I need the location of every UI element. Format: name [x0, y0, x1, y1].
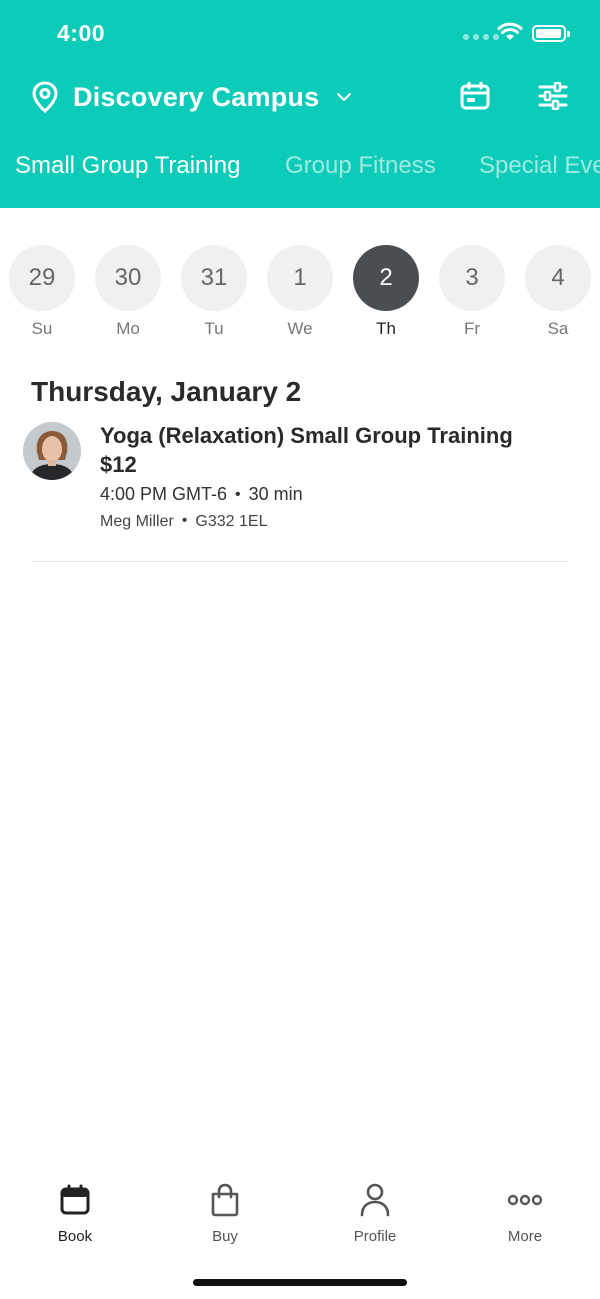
signal-icon: [463, 34, 499, 40]
bottom-tab-bar: Book Buy Profile More: [0, 1180, 600, 1260]
tab-buy[interactable]: Buy: [150, 1180, 300, 1245]
tab-label: More: [507, 1228, 543, 1245]
day-label: Th: [376, 319, 396, 338]
day-number: 29: [9, 245, 75, 311]
day-item[interactable]: 1 We: [267, 245, 333, 339]
calendar-button[interactable]: [455, 76, 495, 116]
tab-label: Profile: [353, 1228, 397, 1245]
tab-more[interactable]: More: [450, 1180, 600, 1245]
date-picker: 29 Su 30 Mo 31 Tu 1 We 2 Th 3 Fr 4 Sa: [0, 245, 600, 345]
battery-icon: [532, 25, 570, 42]
day-number: 31: [181, 245, 247, 311]
tab-label: Book: [57, 1228, 93, 1245]
class-price: $12: [100, 452, 137, 477]
class-title: Yoga (Relaxation) Small Group Training: [100, 423, 513, 448]
tab-book[interactable]: Book: [0, 1180, 150, 1245]
tab-small-group-training[interactable]: Small Group Training: [15, 152, 240, 180]
class-meta-row: Meg Miller • G332 1EL: [100, 512, 268, 531]
sliders-icon: [538, 82, 568, 110]
status-time: 4:00: [57, 20, 106, 46]
day-label: Mo: [116, 319, 140, 338]
instructor-name: Meg Miller: [100, 513, 174, 530]
instructor-avatar: [23, 422, 81, 480]
day-number: 4: [525, 245, 591, 311]
separator-dot: •: [181, 512, 188, 529]
divider: [31, 561, 568, 562]
class-duration: 30 min: [248, 484, 303, 504]
day-number: 30: [95, 245, 161, 311]
class-time: 4:00 PM GMT-6: [100, 484, 228, 504]
day-item-selected[interactable]: 2 Th: [353, 245, 419, 339]
day-number: 3: [439, 245, 505, 311]
day-label: We: [287, 319, 313, 338]
category-tabs: Small Group Training Group Fitness Speci…: [0, 148, 600, 188]
more-dots-icon: [505, 1180, 545, 1220]
tab-special-events[interactable]: Special Eve: [479, 152, 600, 180]
calendar-icon: [460, 82, 490, 110]
date-heading: Thursday, January 2: [31, 376, 302, 407]
day-label: Sa: [547, 319, 569, 338]
wifi-icon: [497, 22, 523, 47]
day-item[interactable]: 31 Tu: [181, 245, 247, 339]
filter-button[interactable]: [533, 76, 573, 116]
day-item[interactable]: 29 Su: [9, 245, 75, 339]
class-list-item[interactable]: Yoga (Relaxation) Small Group Training $…: [0, 418, 600, 562]
location-selector[interactable]: Discovery Campus: [28, 78, 355, 116]
day-number: 2: [353, 245, 419, 311]
class-time-row: 4:00 PM GMT-6 • 30 min: [100, 484, 303, 505]
tab-group-fitness[interactable]: Group Fitness: [285, 152, 436, 180]
tab-profile[interactable]: Profile: [300, 1180, 450, 1245]
day-number: 1: [267, 245, 333, 311]
location-name: Discovery Campus: [73, 81, 320, 112]
day-label: Tu: [204, 319, 224, 338]
calendar-icon: [55, 1180, 95, 1220]
day-item[interactable]: 30 Mo: [95, 245, 161, 339]
location-pin-icon: [28, 80, 62, 114]
person-icon: [355, 1180, 395, 1220]
home-indicator[interactable]: [193, 1279, 407, 1286]
header: 4:00 Discovery Campus Small Group Traini…: [0, 0, 600, 208]
day-item[interactable]: 3 Fr: [439, 245, 505, 339]
day-label: Su: [31, 319, 53, 338]
day-label: Fr: [463, 319, 481, 338]
chevron-down-icon: [333, 86, 355, 108]
day-item[interactable]: 4 Sa: [525, 245, 591, 339]
separator-dot: •: [235, 486, 241, 503]
class-room: G332 1EL: [195, 513, 268, 530]
tab-label: Buy: [212, 1228, 238, 1245]
shopping-bag-icon: [205, 1180, 245, 1220]
